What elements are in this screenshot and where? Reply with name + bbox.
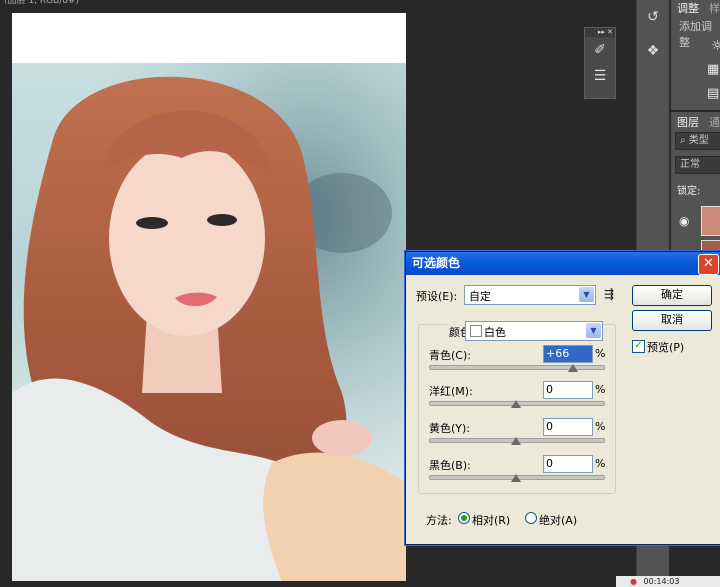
- dialog-title: 可选颜色: [412, 256, 461, 270]
- slider-value-input[interactable]: 0: [543, 418, 593, 436]
- cancel-button[interactable]: 取消: [632, 310, 712, 331]
- slider-track[interactable]: [429, 365, 605, 370]
- preset-value: 自定: [469, 290, 491, 303]
- colors-select[interactable]: 白色 ▼: [465, 321, 603, 341]
- tab-styles[interactable]: 样: [709, 0, 720, 16]
- absolute-label: 绝对(A): [539, 514, 578, 527]
- brightness-icon[interactable]: ☼: [711, 38, 720, 54]
- adjustments-panel: 调整 样 添加调整 ☼ ▦ ▤: [670, 0, 720, 110]
- preset-options-icon[interactable]: ⇶: [604, 287, 614, 301]
- percent-label: %: [595, 457, 606, 470]
- slider-label: 黑色(B):: [429, 459, 471, 472]
- document-title: (图层 1, RGB/8#): [4, 0, 80, 6]
- slider-label: 青色(C):: [429, 349, 471, 362]
- chevron-down-icon[interactable]: ▼: [579, 287, 594, 302]
- layer-thumbnail[interactable]: [701, 206, 720, 236]
- mini-tool-panel: ▸▸ ✕ ✐ ☰: [584, 27, 616, 99]
- slider-thumb[interactable]: [511, 400, 521, 408]
- color-adjust-group: 颜色(O): 白色 ▼ 青色(C):+66%洋红(M):0%黄色(Y):0%黑色…: [418, 321, 616, 494]
- selective-color-dialog: 可选颜色 ✕ 预设(E): 自定 ▼ ⇶ 确定 取消 ✓ 预览(P) 颜色(O)…: [405, 251, 720, 545]
- layer-kind-filter[interactable]: ⌕ 类型: [675, 132, 720, 150]
- slider-value-input[interactable]: 0: [543, 381, 593, 399]
- preset-label: 预设(E):: [416, 290, 458, 303]
- taskbar-time: 00:14:03: [643, 577, 680, 586]
- relative-radio[interactable]: [458, 512, 470, 524]
- ok-button[interactable]: 确定: [632, 285, 712, 306]
- layer-comps-icon[interactable]: ❖: [637, 34, 669, 68]
- absolute-radio[interactable]: [525, 512, 537, 524]
- lock-label: 锁定:: [677, 186, 701, 197]
- hsl-icon[interactable]: ▤: [707, 86, 719, 101]
- percent-label: %: [595, 347, 606, 360]
- slider-value-input[interactable]: 0: [543, 455, 593, 473]
- brush-settings-icon[interactable]: ✐: [585, 37, 615, 63]
- sliders-icon[interactable]: ☰: [585, 63, 615, 89]
- slider-value-input[interactable]: +66: [543, 345, 593, 363]
- mini-panel-header[interactable]: ▸▸ ✕: [585, 28, 615, 37]
- slider-thumb[interactable]: [511, 437, 521, 445]
- blend-mode-select[interactable]: 正常: [675, 156, 720, 174]
- preset-select[interactable]: 自定 ▼: [464, 285, 596, 305]
- portrait-graphic: [12, 63, 406, 581]
- tab-channels[interactable]: 通: [709, 114, 720, 130]
- tab-adjustments[interactable]: 调整: [677, 0, 699, 16]
- percent-label: %: [595, 383, 606, 396]
- percent-label: %: [595, 420, 606, 433]
- preview-checkbox[interactable]: ✓: [632, 340, 645, 353]
- taskbar: ● 00:14:03: [616, 576, 720, 587]
- slider-thumb[interactable]: [568, 364, 579, 372]
- canvas[interactable]: [12, 13, 406, 581]
- slider-thumb[interactable]: [511, 474, 521, 482]
- dialog-title-bar[interactable]: 可选颜色: [406, 252, 720, 275]
- record-icon: ●: [630, 577, 637, 586]
- history-icon[interactable]: ↺: [637, 0, 669, 34]
- method-label: 方法:: [426, 514, 452, 527]
- photo-image[interactable]: [12, 63, 406, 581]
- slider-label: 黄色(Y):: [429, 422, 471, 435]
- slider-label: 洋红(M):: [429, 385, 473, 398]
- preview-label: 预览(P): [647, 341, 685, 354]
- white-swatch: [470, 325, 482, 337]
- layers-panel: 图层 通 ⌕ 类型 正常 锁定: ◉: [670, 112, 720, 262]
- chevron-down-icon[interactable]: ▼: [586, 323, 601, 338]
- levels-icon[interactable]: ▦: [707, 62, 719, 77]
- colors-value: 白色: [484, 326, 506, 339]
- visibility-eye-icon[interactable]: ◉: [679, 214, 689, 228]
- close-icon[interactable]: ✕: [698, 254, 719, 275]
- tab-layers[interactable]: 图层: [677, 114, 699, 130]
- relative-label: 相对(R): [472, 514, 511, 527]
